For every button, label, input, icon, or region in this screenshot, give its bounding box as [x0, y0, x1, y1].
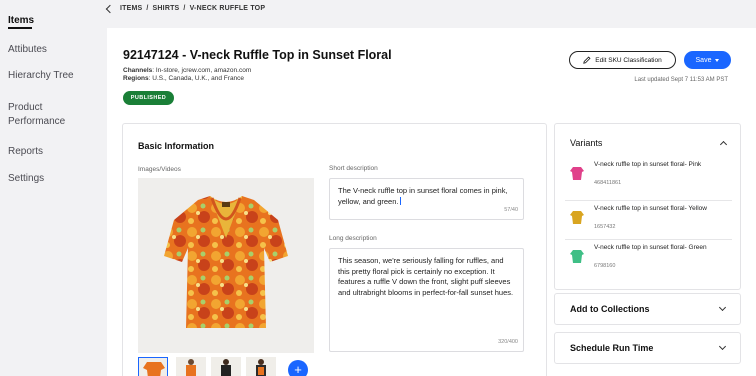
page-title: 92147124 - V-neck Ruffle Top in Sunset F… [123, 48, 392, 62]
chevron-down-icon [718, 342, 727, 351]
variant-code: 6798160 [594, 263, 616, 269]
long-description-counter: 320/400 [498, 338, 518, 345]
short-description-text: The V-neck ruffle top in sunset floral c… [338, 186, 508, 206]
regions-value: : U.S., Canada, U.K., and France [148, 75, 245, 82]
regions-line: Regions: U.S., Canada, U.K., and France [123, 75, 244, 82]
thumbnail-image [176, 357, 206, 376]
back-chevron-icon[interactable] [105, 4, 115, 13]
thumbnail-image [211, 357, 241, 376]
basic-information-title: Basic Information [138, 141, 215, 151]
short-description-field[interactable]: The V-neck ruffle top in sunset floral c… [329, 178, 524, 220]
variant-name: V-neck ruffle top in sunset floral- Yell… [594, 205, 707, 212]
add-to-collections-title: Add to Collections [570, 304, 650, 314]
last-updated-text: Last updated Sept 7 11:53 AM PST [634, 77, 728, 83]
status-badge: PUBLISHED [123, 91, 174, 105]
thumbnail-4[interactable] [246, 357, 276, 376]
sidebar-item-reports[interactable]: Reports [8, 145, 43, 158]
active-nav-indicator [8, 27, 32, 29]
save-button-label: Save [695, 56, 712, 64]
sidebar-item-hierarchy-tree[interactable]: Hierarchy Tree [8, 69, 74, 82]
main-content: 92147124 - V-neck Ruffle Top in Sunset F… [107, 28, 756, 376]
divider [565, 200, 732, 201]
channels-label: Channels [123, 67, 153, 74]
add-to-collections-accordion[interactable]: Add to Collections [554, 293, 741, 325]
save-button[interactable]: Save [684, 51, 731, 69]
breadcrumb-separator: / [146, 5, 149, 12]
breadcrumb: ITEMS / SHIRTS / V-NECK RUFFLE TOP [105, 4, 266, 13]
breadcrumb-items[interactable]: ITEMS [120, 5, 142, 12]
pencil-icon [583, 56, 591, 64]
divider [565, 239, 732, 240]
variant-item-yellow[interactable]: V-neck ruffle top in sunset floral- Yell… [565, 205, 732, 241]
long-description-label: Long description [329, 235, 377, 242]
channels-value: : In-store, jcrew.com, amazon.com [152, 67, 252, 74]
thumbnail-2[interactable] [176, 357, 206, 376]
chevron-down-icon [718, 303, 727, 312]
sidebar-item-product-performance-line2[interactable]: Performance [8, 115, 65, 128]
variant-thumbnail-yellow [570, 211, 584, 224]
long-description-field[interactable]: This season, we're seriously falling for… [329, 248, 524, 352]
breadcrumb-shirts[interactable]: SHIRTS [153, 5, 180, 12]
thumbnail-image [139, 358, 167, 376]
thumbnail-1[interactable] [138, 357, 168, 376]
thumbnail-3[interactable] [211, 357, 241, 376]
basic-information-panel: Basic Information Images/Videos + Short … [122, 123, 547, 376]
variant-thumbnail-green [570, 250, 584, 263]
sidebar: Items Attibutes Hierarchy Tree Product P… [0, 0, 97, 376]
sidebar-item-attributes[interactable]: Attibutes [8, 43, 47, 56]
thumbnail-image [246, 357, 276, 376]
breadcrumb-separator: / [183, 5, 186, 12]
variant-code: 1657432 [594, 224, 616, 230]
caret-down-icon [715, 58, 720, 62]
variant-name: V-neck ruffle top in sunset floral- Pink [594, 161, 702, 168]
sidebar-item-product-performance-line1[interactable]: Product [8, 101, 42, 114]
floral-top-illustration [164, 196, 288, 328]
variants-title: Variants [570, 138, 603, 148]
chevron-up-icon[interactable] [719, 140, 728, 149]
regions-label: Regions [123, 75, 149, 82]
breadcrumb-current: V-NECK RUFFLE TOP [189, 5, 266, 12]
variant-thumbnail-pink [570, 167, 584, 180]
variant-item-pink[interactable]: V-neck ruffle top in sunset floral- Pink… [565, 161, 732, 197]
variant-code: 468411861 [594, 180, 622, 186]
edit-sku-classification-button[interactable]: Edit SKU Classification [569, 51, 676, 69]
schedule-run-time-title: Schedule Run Time [570, 343, 654, 353]
sidebar-item-settings[interactable]: Settings [8, 172, 44, 185]
schedule-run-time-accordion[interactable]: Schedule Run Time [554, 332, 741, 364]
variant-item-green[interactable]: V-neck ruffle top in sunset floral- Gree… [565, 244, 732, 280]
long-description-text: This season, we're seriously falling for… [338, 256, 514, 297]
channels-line: Channels: In-store, jcrew.com, amazon.co… [123, 67, 251, 74]
sidebar-item-items[interactable]: Items [8, 14, 34, 27]
add-media-button[interactable]: + [288, 360, 308, 376]
short-description-counter: 57/40 [504, 206, 518, 213]
short-description-label: Short description [329, 165, 378, 172]
product-main-image[interactable] [138, 178, 314, 353]
images-videos-label: Images/Videos [138, 166, 181, 173]
variants-panel: Variants V-neck ruffle top in sunset flo… [554, 123, 741, 290]
text-cursor [400, 196, 402, 205]
variant-name: V-neck ruffle top in sunset floral- Gree… [594, 244, 707, 251]
edit-button-label: Edit SKU Classification [595, 56, 662, 64]
